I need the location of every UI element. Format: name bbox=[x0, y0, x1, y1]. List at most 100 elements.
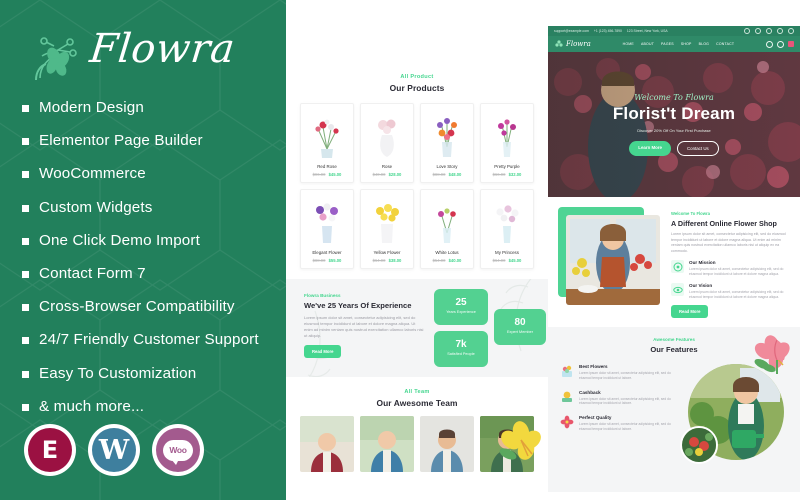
new-price: $48.00 bbox=[448, 172, 462, 177]
feature-text: Cashback Lorem ipsum dolor sit amet, con… bbox=[579, 390, 672, 407]
experience-read-more-button[interactable]: Read More bbox=[304, 345, 342, 358]
feature-item: Contact Form 7 bbox=[22, 264, 282, 283]
stat-caption: Satisfied People bbox=[447, 352, 475, 356]
white-lotus-bouquet-icon bbox=[438, 208, 456, 243]
product-card[interactable]: Pretty Purple $66.00 $32.00 bbox=[480, 103, 534, 183]
nav-item-home[interactable]: HOME bbox=[623, 42, 634, 46]
product-card[interactable]: White Lotus $54.00 $40.00 bbox=[420, 189, 474, 269]
youtube-icon[interactable] bbox=[788, 28, 794, 34]
about-feature-heading: Our Vision bbox=[689, 283, 713, 289]
product-name: Pretty Purple bbox=[494, 164, 520, 169]
feature-label: Custom Widgets bbox=[39, 198, 153, 216]
product-card[interactable]: Love Story $88.00 $48.00 bbox=[420, 103, 474, 183]
product-card[interactable]: Yellow Flower $64.00 $38.00 bbox=[360, 189, 414, 269]
woocommerce-logo: Woo bbox=[152, 424, 204, 476]
right-preview-column: support@example.com +1 (123) 456-7890 12… bbox=[548, 26, 800, 500]
team-member-card[interactable] bbox=[420, 416, 474, 472]
top-info-bar: support@example.com +1 (123) 456-7890 12… bbox=[548, 26, 800, 36]
about-read-more-button[interactable]: Read More bbox=[671, 305, 709, 319]
love-story-bouquet-icon bbox=[437, 118, 457, 157]
nav-item-contact[interactable]: CONTACT bbox=[716, 42, 734, 46]
old-price: $88.00 bbox=[432, 172, 446, 177]
bullet-icon bbox=[22, 304, 29, 312]
feature-item: Modern Design bbox=[22, 98, 282, 117]
rose-vase-icon bbox=[378, 119, 396, 157]
stat-card-satisfied: 7k Satisfied People bbox=[434, 331, 488, 367]
team-member-photo bbox=[360, 416, 414, 472]
bullet-icon bbox=[22, 337, 29, 345]
new-price: $45.00 bbox=[328, 172, 342, 177]
cart-icon[interactable] bbox=[788, 41, 794, 47]
facebook-icon[interactable] bbox=[744, 28, 750, 34]
flowers-thumbnail bbox=[680, 426, 718, 464]
contact-phone[interactable]: +1 (123) 456-7890 bbox=[594, 29, 622, 33]
contact-email[interactable]: support@example.com bbox=[554, 29, 589, 33]
about-feature-heading: Our Mission bbox=[689, 260, 716, 266]
experience-label: Flowra Business bbox=[304, 293, 341, 298]
flowers-thumb-image bbox=[682, 428, 716, 462]
nav-item-blog[interactable]: BLOG bbox=[699, 42, 710, 46]
product-price: $40.00 $28.00 bbox=[364, 172, 410, 177]
team-member-card[interactable] bbox=[360, 416, 414, 472]
hero-button-group: Learn More Contact Us bbox=[629, 141, 719, 156]
nav-item-shop[interactable]: SHOP bbox=[681, 42, 692, 46]
team-member-photo bbox=[420, 416, 474, 472]
wordpress-logo: W bbox=[88, 424, 140, 476]
feature-heading: Cashback bbox=[579, 389, 601, 395]
hero-banner: Welcome To Flowra Florist't Dream Discov… bbox=[548, 52, 800, 197]
middle-preview-column: All Product Our Products Red Rose $96.00… bbox=[286, 60, 548, 500]
nav-icon-group bbox=[766, 40, 794, 48]
cashback-icon bbox=[562, 391, 572, 402]
stat-caption: Years Experience bbox=[446, 310, 476, 314]
perfect-quality-icon bbox=[560, 415, 574, 429]
nav-item-pages[interactable]: PAGES bbox=[661, 42, 674, 46]
product-name: Rose bbox=[381, 164, 393, 169]
feature-label: & much more... bbox=[39, 397, 145, 415]
product-name: My Princess bbox=[495, 250, 519, 255]
product-image bbox=[484, 195, 530, 245]
screenshot-stage: Flowra Modern Design Elementor Page Buil… bbox=[0, 0, 800, 500]
product-name: White Lotus bbox=[435, 250, 459, 255]
team-member-card[interactable] bbox=[300, 416, 354, 472]
team-member-card[interactable] bbox=[480, 416, 534, 472]
feature-label: Cross-Browser Compatibility bbox=[39, 298, 235, 316]
new-price: $32.00 bbox=[508, 172, 522, 177]
feature-text: Perfect Quality Lorem ipsum dolor sit am… bbox=[579, 415, 672, 432]
product-card[interactable]: Red Rose $96.00 $45.00 bbox=[300, 103, 354, 183]
new-price: $45.00 bbox=[508, 258, 522, 263]
about-feature-row: Our Mission Lorem ipsum dolor sit amet, … bbox=[671, 260, 790, 277]
hero-learn-more-button[interactable]: Learn More bbox=[629, 141, 671, 156]
mission-icon bbox=[671, 260, 684, 274]
feature-text: Best Flowers Lorem ipsum dolor sit amet,… bbox=[579, 364, 672, 381]
feature-heading: Best Flowers bbox=[579, 364, 608, 369]
site-logo[interactable]: Flowra bbox=[554, 39, 591, 49]
experience-text-block: Flowra Business We've 25 Years Of Experi… bbox=[304, 293, 424, 358]
product-card[interactable]: Rose $40.00 $28.00 bbox=[360, 103, 414, 183]
wishlist-icon[interactable] bbox=[777, 40, 784, 48]
vision-glyph bbox=[672, 286, 683, 293]
search-icon[interactable] bbox=[766, 40, 773, 48]
product-card[interactable]: Elegant Flower $88.00 $55.00 bbox=[300, 189, 354, 269]
hero-title: Florist't Dream bbox=[612, 104, 736, 123]
flower-logo-icon bbox=[555, 40, 563, 47]
feature-item: Custom Widgets bbox=[22, 198, 282, 217]
feature-item: Cross-Browser Compatibility bbox=[22, 297, 282, 316]
about-title: A Different Online Flower Shop bbox=[671, 219, 777, 228]
product-price: $54.00 $40.00 bbox=[424, 258, 470, 263]
nav-item-about[interactable]: ABOUT bbox=[641, 42, 654, 46]
team-section-title: Our Awesome Team bbox=[376, 398, 458, 408]
about-image-block bbox=[558, 207, 662, 307]
about-feature-body: Lorem ipsum dolor sit amet, consectetur … bbox=[689, 290, 784, 300]
instagram-icon[interactable] bbox=[766, 28, 772, 34]
product-card[interactable]: My Princess $64.00 $45.00 bbox=[480, 189, 534, 269]
elegant-flower-bouquet-icon bbox=[316, 203, 338, 243]
hero-contact-us-button[interactable]: Contact Us bbox=[676, 141, 719, 156]
product-image bbox=[304, 195, 350, 245]
linkedin-icon[interactable] bbox=[777, 28, 783, 34]
twitter-icon[interactable] bbox=[755, 28, 761, 34]
old-price: $96.00 bbox=[312, 172, 326, 177]
product-price: $88.00 $48.00 bbox=[424, 172, 470, 177]
platform-logos: E W Woo bbox=[24, 424, 204, 476]
product-price: $96.00 $45.00 bbox=[304, 172, 350, 177]
about-feature-row: Our Vision Lorem ipsum dolor sit amet, c… bbox=[671, 283, 790, 300]
